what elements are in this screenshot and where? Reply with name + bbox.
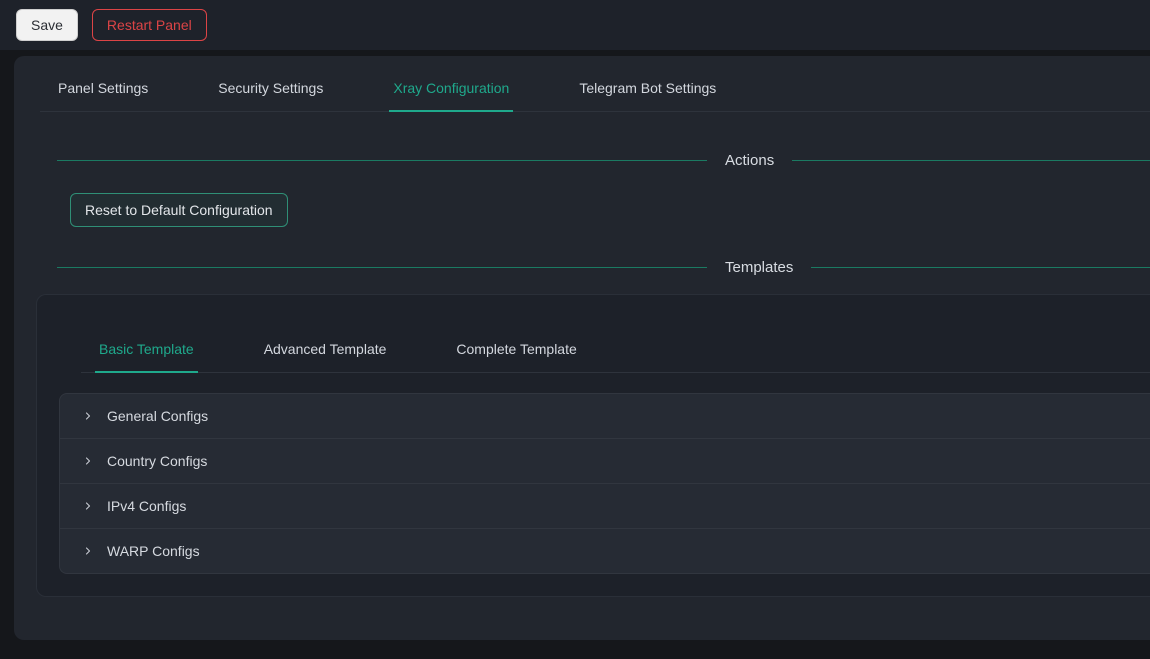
- template-tab-bar: Basic Template Advanced Template Complet…: [81, 341, 1150, 373]
- collapse-row-label: IPv4 Configs: [107, 498, 186, 514]
- divider-line: [57, 160, 707, 161]
- tab-basic-template[interactable]: Basic Template: [95, 341, 198, 373]
- settings-card: Panel Settings Security Settings Xray Co…: [14, 56, 1150, 640]
- restart-panel-button[interactable]: Restart Panel: [92, 9, 207, 41]
- chevron-right-icon: [82, 545, 94, 557]
- actions-section: Reset to Default Configuration: [70, 193, 1150, 227]
- templates-divider-label: Templates: [725, 259, 793, 276]
- config-collapse-list: General Configs Country Configs IPv4 Con…: [59, 393, 1150, 574]
- tab-complete-template[interactable]: Complete Template: [452, 341, 580, 373]
- collapse-row-country-configs[interactable]: Country Configs: [60, 439, 1150, 484]
- divider-line: [811, 267, 1150, 268]
- collapse-row-warp-configs[interactable]: WARP Configs: [60, 529, 1150, 573]
- tab-advanced-template[interactable]: Advanced Template: [260, 341, 391, 373]
- actions-divider: Actions: [57, 152, 1150, 169]
- settings-tab-bar: Panel Settings Security Settings Xray Co…: [40, 80, 1150, 112]
- tab-security-settings[interactable]: Security Settings: [214, 80, 327, 112]
- actions-divider-label: Actions: [725, 152, 774, 169]
- collapse-row-general-configs[interactable]: General Configs: [60, 394, 1150, 439]
- templates-divider: Templates: [57, 259, 1150, 276]
- collapse-row-label: Country Configs: [107, 453, 207, 469]
- chevron-right-icon: [82, 500, 94, 512]
- chevron-right-icon: [82, 410, 94, 422]
- tab-xray-configuration[interactable]: Xray Configuration: [389, 80, 513, 112]
- tab-panel-settings[interactable]: Panel Settings: [54, 80, 152, 112]
- templates-card: Basic Template Advanced Template Complet…: [36, 294, 1150, 597]
- tab-telegram-bot-settings[interactable]: Telegram Bot Settings: [575, 80, 720, 112]
- collapse-row-label: WARP Configs: [107, 543, 200, 559]
- top-action-bar: Save Restart Panel: [0, 0, 1150, 50]
- collapse-row-ipv4-configs[interactable]: IPv4 Configs: [60, 484, 1150, 529]
- divider-line: [57, 267, 707, 268]
- reset-default-configuration-button[interactable]: Reset to Default Configuration: [70, 193, 288, 227]
- save-button[interactable]: Save: [16, 9, 78, 41]
- collapse-row-label: General Configs: [107, 408, 208, 424]
- divider-line: [792, 160, 1150, 161]
- chevron-right-icon: [82, 455, 94, 467]
